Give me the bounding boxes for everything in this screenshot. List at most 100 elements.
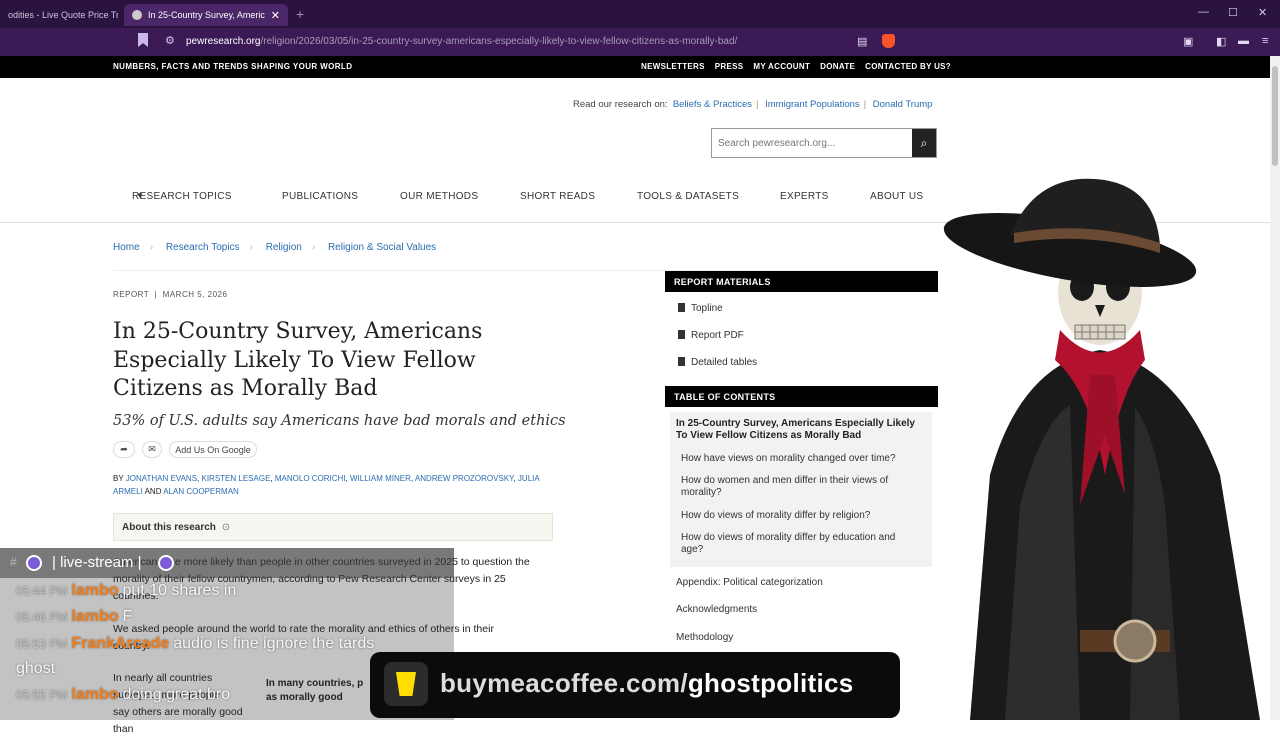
- new-tab-icon[interactable]: +: [296, 6, 304, 22]
- buy-me-a-coffee-banner: buymeacoffee.com/ghostpolitics: [370, 652, 900, 718]
- share-icon[interactable]: ➦: [113, 441, 135, 458]
- chat-user: lambo: [71, 608, 119, 625]
- reader-mode-icon[interactable]: ▤: [857, 35, 867, 48]
- nav-about-us[interactable]: ABOUT US: [870, 191, 923, 202]
- breadcrumb-research-topics[interactable]: Research Topics: [166, 242, 240, 253]
- toc-subitem[interactable]: How do women and men differ in their vie…: [681, 475, 917, 499]
- breadcrumb-religion-social-values[interactable]: Religion & Social Values: [328, 242, 436, 253]
- bookmark-icon[interactable]: [138, 33, 148, 47]
- chat-text: F: [122, 608, 133, 625]
- site-search: ⌕: [711, 128, 937, 158]
- breadcrumb: Home › Research Topics › Religion › Religio…: [113, 242, 437, 253]
- status-dot-icon: [158, 555, 174, 571]
- url-field[interactable]: pewresearch.org/religion/2026/03/05/in-2…: [186, 36, 737, 47]
- url-path: /religion/2026/03/05/in-25-country-surve…: [260, 36, 738, 47]
- browser-tab[interactable]: odities - Live Quote Price Trad: [0, 4, 118, 26]
- material-topline[interactable]: Topline: [678, 303, 723, 314]
- nav-publications[interactable]: PUBLICATIONS: [282, 191, 358, 202]
- topic-link[interactable]: Donald Trump: [873, 99, 933, 110]
- material-detailed-tables[interactable]: Detailed tables: [678, 357, 757, 368]
- sidebar-icon[interactable]: ◧: [1216, 35, 1226, 48]
- about-research-toggle[interactable]: About this research ⊙: [113, 513, 553, 541]
- top-link-my-account[interactable]: MY ACCOUNT: [753, 62, 810, 71]
- close-window-icon[interactable]: ✕: [1258, 6, 1267, 19]
- top-link-contacted[interactable]: CONTACTED BY US?: [865, 62, 951, 71]
- tab-label: In 25-Country Survey, Americans: [148, 10, 265, 20]
- toc-subitem[interactable]: How have views on morality changed over …: [681, 453, 917, 465]
- article-subtitle: 53% of U.S. adults say Americans have ba…: [113, 413, 566, 429]
- article-title: In 25-Country Survey, Americans Especial…: [113, 319, 483, 401]
- chat-user: lambo: [71, 686, 119, 703]
- search-icon[interactable]: ⌕: [912, 129, 936, 157]
- address-bar: ⚙ pewresearch.org/religion/2026/03/05/in…: [0, 28, 1280, 56]
- material-report-pdf[interactable]: Report PDF: [678, 330, 744, 341]
- browser-tab-active[interactable]: In 25-Country Survey, Americans ✕: [124, 4, 288, 26]
- author-link[interactable]: MANOLO CORICHI: [275, 474, 346, 483]
- chat-time: 05:44 PM: [16, 584, 68, 598]
- top-link-donate[interactable]: DONATE: [820, 62, 855, 71]
- add-us-on-google-button[interactable]: Add Us On Google: [169, 441, 257, 458]
- maximize-icon[interactable]: ☐: [1228, 6, 1238, 19]
- chat-user: lambo: [71, 582, 119, 599]
- report-materials-header: REPORT MATERIALS: [665, 271, 938, 292]
- close-tab-icon[interactable]: ✕: [265, 9, 280, 22]
- nav-our-methods[interactable]: OUR METHODS: [400, 191, 478, 202]
- toc-item[interactable]: Acknowledgments: [676, 604, 757, 615]
- author-link[interactable]: WILLIAM MINER: [350, 474, 411, 483]
- nav-experts[interactable]: EXPERTS: [780, 191, 829, 202]
- scrollbar-thumb[interactable]: [1272, 66, 1278, 166]
- email-icon[interactable]: ✉: [142, 441, 162, 458]
- search-input[interactable]: [712, 129, 914, 157]
- coffee-url: buymeacoffee.com/ghostpolitics: [440, 668, 854, 699]
- breadcrumb-religion[interactable]: Religion: [266, 242, 302, 253]
- chat-text: doing great bro: [122, 686, 231, 703]
- nav-tools-datasets[interactable]: TOOLS & DATASETS: [637, 191, 739, 202]
- chat-user: FrankArcade: [71, 635, 170, 652]
- about-label: About this research: [122, 522, 216, 533]
- toc-item[interactable]: Appendix: Political categorization: [676, 577, 823, 588]
- browser-tab-bar: odities - Live Quote Price Trad In 25-Co…: [0, 0, 1280, 28]
- toc-subitem[interactable]: How do views of morality differ by relig…: [681, 510, 917, 522]
- byline-by: BY: [113, 474, 124, 483]
- author-link[interactable]: KIRSTEN LESAGE: [202, 474, 271, 483]
- chat-text: ghost: [16, 660, 56, 677]
- topic-link[interactable]: Immigrant Populations: [765, 99, 860, 110]
- breadcrumb-home[interactable]: Home: [113, 242, 140, 253]
- toc-item-current[interactable]: In 25-Country Survey, Americans Especial…: [676, 418, 926, 442]
- chat-channel-name: | live-stream |: [52, 554, 142, 571]
- document-icon: [678, 357, 685, 366]
- top-link-newsletters[interactable]: NEWSLETTERS: [641, 62, 705, 71]
- toc-item[interactable]: Methodology: [676, 632, 733, 643]
- wallet-icon[interactable]: ▬: [1238, 35, 1249, 47]
- favicon-icon: [132, 10, 142, 20]
- chat-message: ghost: [16, 660, 55, 678]
- skeleton-cowboy-mascot: [943, 178, 1260, 720]
- url-domain: pewresearch.org: [186, 36, 261, 47]
- chat-time: 05:46 PM: [16, 610, 68, 624]
- page-scrollbar[interactable]: [1270, 56, 1280, 720]
- chat-text: audio is fine ignore the tards: [173, 635, 375, 652]
- chat-time: 05:53 PM: [16, 637, 68, 651]
- document-icon: [678, 330, 685, 339]
- chat-header: # | live-stream |: [0, 548, 454, 578]
- toc-header: TABLE OF CONTENTS: [665, 386, 938, 407]
- material-label: Detailed tables: [691, 357, 758, 368]
- brave-shields-icon[interactable]: [882, 34, 895, 48]
- top-link-press[interactable]: PRESS: [715, 62, 744, 71]
- menu-icon[interactable]: ≡: [1262, 35, 1268, 47]
- chat-time: 05:55 PM: [16, 688, 68, 702]
- site-settings-icon[interactable]: ⚙: [165, 34, 175, 47]
- minimize-icon[interactable]: —: [1198, 6, 1209, 18]
- author-link[interactable]: ALAN COOPERMAN: [163, 487, 239, 496]
- author-link[interactable]: JONATHAN EVANS: [126, 474, 197, 483]
- article-date: MARCH 5, 2026: [162, 290, 228, 299]
- tab-label: odities - Live Quote Price Trad: [8, 10, 118, 20]
- author-link[interactable]: ANDREW PROZOROVSKY: [415, 474, 514, 483]
- screenshot-icon[interactable]: ▣: [1183, 35, 1193, 48]
- topic-link[interactable]: Beliefs & Practices: [673, 99, 752, 110]
- coffee-cup-icon: [384, 662, 428, 706]
- toc-subitem[interactable]: How do views of morality differ by educa…: [681, 532, 917, 556]
- nav-short-reads[interactable]: SHORT READS: [520, 191, 595, 202]
- hashtag-icon: #: [10, 555, 17, 569]
- read-research-on: Read our research on: Beliefs & Practice…: [573, 99, 933, 110]
